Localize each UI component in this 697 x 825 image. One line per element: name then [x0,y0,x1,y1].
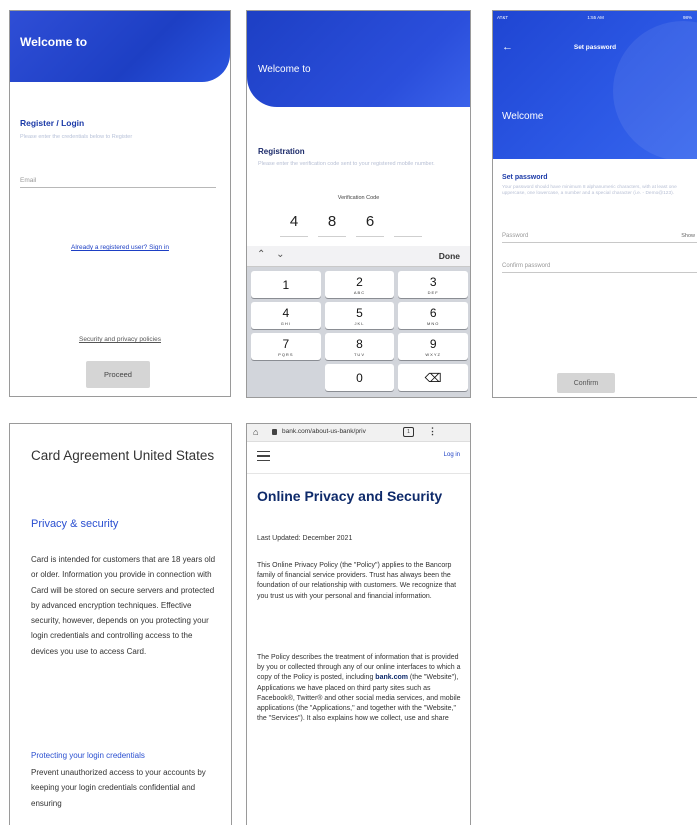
key-number [251,364,321,370]
register-login-screen: Welcome to Register / Login Please enter… [9,10,231,397]
privacy-policies-link[interactable]: Security and privacy policies [10,336,230,343]
keypad-key[interactable]: 7 PQRS [251,333,321,360]
key-number: 9 [429,337,437,351]
subsection-title: Protecting your login credentials [31,751,145,760]
keypad-key[interactable]: 2 ABC [324,271,395,298]
key-letters: PQRS [278,352,294,357]
register-hint: Please enter the credentials below to Re… [20,134,133,140]
key-number: 6 [429,306,437,320]
policy-paragraph: This Online Privacy Policy (the "Policy"… [257,562,457,600]
show-password-toggle[interactable]: Show [681,233,695,239]
set-password-title: Set password [502,174,548,181]
hero-banner: Welcome to [247,11,470,107]
verification-code-input[interactable]: 4 8 6 [280,209,422,237]
keyboard-toolbar: ⌃ ⌄ Done [247,246,470,267]
browser-url-bar: ⌂ bank.com/about-us-bank/priv 1 ⋮ [247,424,470,442]
email-field[interactable]: Email [20,177,36,184]
set-password-screen: AT&T 1:55 AM 98% ← Set password Welcome … [492,10,697,398]
password-field[interactable]: Password [502,233,528,239]
sign-in-link[interactable]: Already a registered user? Sign in [10,244,230,251]
password-requirements: Your password should have minimum 8 alph… [502,185,677,196]
code-digit[interactable]: 8 [318,209,346,237]
password-underline [502,242,697,243]
keypad-key[interactable]: 0 [324,364,395,391]
more-options-icon[interactable]: ⋮ [428,426,437,437]
verification-code-label: Verification Code [337,195,380,201]
url-field[interactable]: bank.com/about-us-bank/priv [282,428,397,435]
key-letters: TUV [353,352,365,357]
register-login-title: Register / Login [20,118,85,128]
carrier-label: AT&T [497,15,509,20]
key-number: 3 [429,275,437,289]
page-title: Online Privacy and Security [257,488,443,504]
proceed-button[interactable]: Proceed [86,361,150,388]
keyboard-done-button[interactable]: Done [439,251,460,261]
key-number: 4 [282,306,290,320]
blank-key [251,364,321,391]
key-number: 2 [356,275,363,289]
key-number: 8 [356,337,363,351]
page-title: Card Agreement United States [31,448,215,463]
key-number: 1 [282,278,290,292]
login-link[interactable]: Log in [444,452,460,458]
paragraph-text: (the "Website"), Applications we have pl… [257,674,461,723]
keypad-key[interactable]: 1 [251,271,321,298]
hero-banner: Welcome to [10,11,230,82]
subsection-body: Prevent unauthorized access to your acco… [31,768,206,808]
keypad-key[interactable]: 9 WXYZ [398,333,468,360]
last-updated: Last Updated: December 2021 [257,535,353,542]
key-letters: WXYZ [425,352,441,357]
key-number: 5 [356,306,363,320]
registration-hint: Please enter the verification code sent … [258,161,435,167]
hero-title: Welcome to [258,64,311,75]
section-title: Privacy & security [31,518,119,530]
keypad: 1 2 ABC 3 DEF 4 GHI 5 JKL 6 MNO 7 PQRS 8 TUV 9 WXYZ 0 ⌫ [251,271,468,391]
code-digit[interactable]: 6 [356,209,384,237]
code-digit[interactable] [394,209,422,237]
keypad-key[interactable]: 3 DEF [398,271,468,298]
hero-banner: AT&T 1:55 AM 98% ← Set password Welcome [493,11,697,161]
code-digit[interactable]: 4 [280,209,308,237]
online-privacy-screen: ⌂ bank.com/about-us-bank/priv 1 ⋮ Log in… [246,423,471,825]
keyboard-nav-arrows-icon[interactable]: ⌃ ⌄ [257,249,289,260]
status-time: 1:55 AM [587,15,604,20]
decorative-circle [613,21,697,161]
keypad-key[interactable]: 4 GHI [251,302,321,329]
hero-title: Welcome to [20,35,88,49]
key-letters: MNO [426,321,440,326]
keypad-key[interactable]: 6 MNO [398,302,468,329]
hamburger-menu-icon[interactable] [257,451,270,461]
key-letters: JKL [354,321,365,326]
tab-switcher-icon[interactable]: 1 [403,427,414,437]
backspace-key[interactable]: ⌫ [398,364,468,391]
battery-label: 98% [682,15,692,20]
registration-screen: Welcome to Registration Please enter the… [246,10,471,398]
key-letters: DEF [427,290,439,295]
confirm-password-field[interactable]: Confirm password [502,263,550,269]
key-number: 0 [356,371,363,385]
confirm-button[interactable]: Confirm [557,373,615,393]
email-underline [20,187,216,188]
home-icon[interactable]: ⌂ [253,427,258,437]
policy-paragraph: The Policy describes the treatment of in… [257,653,463,724]
lock-icon [272,429,277,435]
numeric-keyboard: ⌃ ⌄ Done 1 2 ABC 3 DEF 4 GHI 5 JKL 6 MNO 7 PQRS 8 TUV 9… [247,246,470,397]
key-number: 7 [282,337,290,351]
backspace-icon: ⌫ [424,371,442,385]
key-letters: GHI [280,321,291,326]
site-navbar: Log in [247,442,470,474]
keypad-key[interactable]: 5 JKL [324,302,395,329]
status-bar: AT&T 1:55 AM 98% [497,15,692,20]
registration-title: Registration [258,147,305,156]
card-agreement-screen: Card Agreement United States Privacy & s… [9,423,232,825]
section-body: Card is intended for customers that are … [31,555,216,656]
key-letters: ABC [353,290,366,295]
confirm-password-underline [502,272,697,273]
header-title: Set password [573,44,617,51]
website-link[interactable]: bank.com [375,674,408,681]
welcome-heading: Welcome [502,111,544,122]
keypad-key[interactable]: 8 TUV [324,333,395,360]
